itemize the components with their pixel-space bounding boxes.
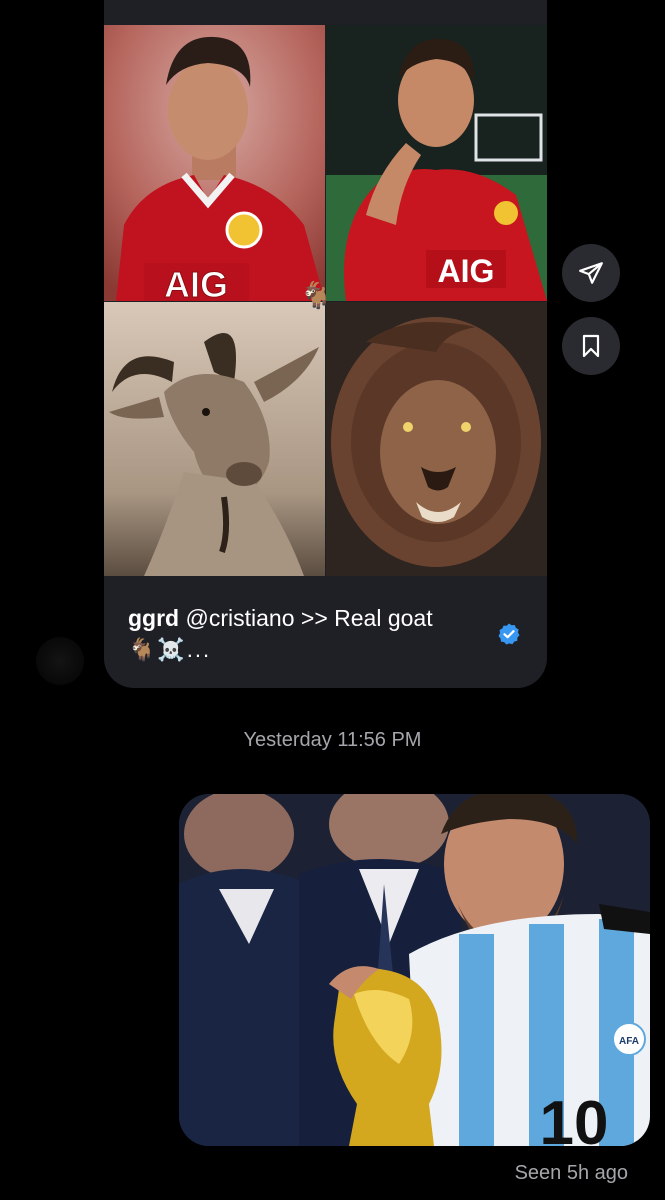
seen-status: Seen 5h ago (514, 1162, 628, 1184)
collage-photo-goat (104, 302, 325, 576)
post-caption: ggrd @cristiano >> Real goat 🐐☠️... (128, 603, 488, 665)
post-username[interactable]: ggrd (128, 605, 179, 631)
verified-badge-icon (498, 623, 520, 645)
post-caption-emoji: 🐐☠️... (128, 637, 212, 662)
post-card-header (104, 0, 547, 25)
collage-photo-lion (326, 302, 547, 576)
paper-plane-icon (579, 262, 603, 284)
message-timestamp: Yesterday 11:56 PM (243, 729, 422, 751)
goat-sticker: 🐐 (300, 280, 333, 310)
sent-photo[interactable]: 10 AFA (179, 794, 650, 1146)
jersey-sponsor-text-2: AIG (438, 253, 495, 289)
collage-photo-player-portrait: AIG (104, 25, 325, 301)
share-button[interactable] (562, 244, 620, 302)
post-caption-text: @cristiano >> Real goat (185, 605, 433, 631)
jersey-sponsor-text: AIG (164, 264, 228, 301)
collage-photo-player-celebration: AIG (326, 25, 547, 301)
afa-badge: AFA (619, 1036, 639, 1047)
shared-post-card[interactable]: AIG AIG 🐐 ggrd @cristiano >> Real goat 🐐… (104, 0, 547, 688)
jersey-number: 10 (540, 1089, 609, 1146)
dm-thread: AIG AIG 🐐 ggrd @cristiano >> Real goat 🐐… (0, 0, 665, 1200)
bookmark-icon (582, 334, 600, 358)
sender-avatar[interactable] (36, 637, 84, 685)
save-button[interactable] (562, 317, 620, 375)
